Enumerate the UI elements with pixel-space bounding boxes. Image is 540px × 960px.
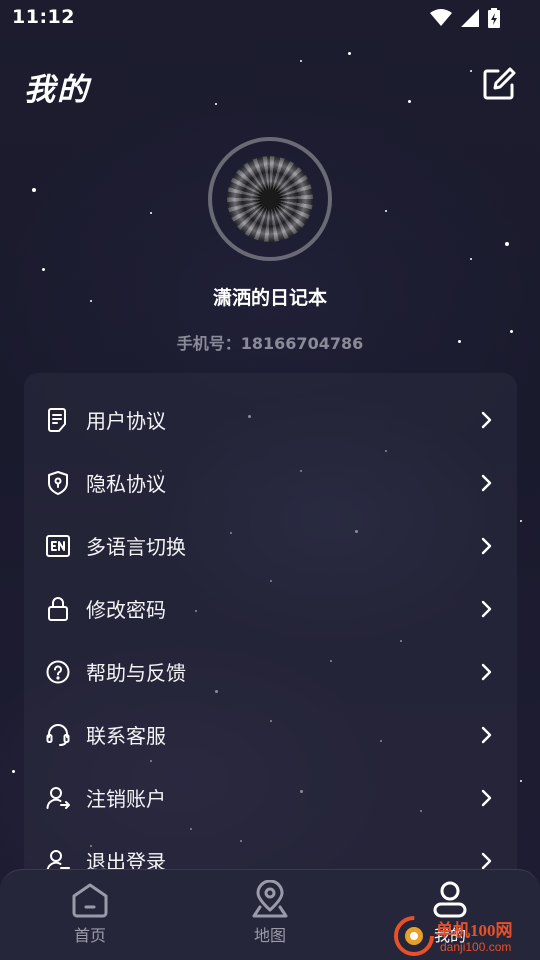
chevron-right-icon xyxy=(481,474,492,491)
menu-label: 注销账户 xyxy=(86,787,166,811)
menu-item-help-feedback[interactable]: 帮助与反馈 xyxy=(24,640,517,703)
menu-item-language[interactable]: 多语言切换 xyxy=(24,514,517,577)
watermark-logo-icon xyxy=(394,916,434,956)
shield-icon xyxy=(46,470,70,495)
menu-label: 隐私协议 xyxy=(86,472,166,496)
status-bar: 11:12 xyxy=(0,0,540,36)
nav-tab-home[interactable]: 首页 xyxy=(40,880,140,946)
chevron-right-icon xyxy=(481,789,492,806)
map-pin-icon xyxy=(252,880,288,918)
home-icon xyxy=(72,883,108,918)
phone-number: 手机号：18166704786 xyxy=(176,334,364,353)
username: 潇洒的日记本 xyxy=(212,287,327,309)
language-en-icon xyxy=(46,534,70,558)
chevron-right-icon xyxy=(481,852,492,869)
avatar[interactable] xyxy=(208,137,332,261)
wifi-icon xyxy=(430,9,452,26)
edit-profile-button[interactable] xyxy=(481,66,517,102)
lock-icon xyxy=(46,596,70,621)
watermark-url: danji100.com xyxy=(440,940,512,954)
chevron-right-icon xyxy=(481,600,492,617)
menu-item-change-password[interactable]: 修改密码 xyxy=(24,577,517,640)
user-remove-icon xyxy=(46,786,70,810)
watermark-text: 单机100网 xyxy=(436,921,513,940)
menu-item-user-agreement[interactable]: 用户协议 xyxy=(24,388,517,451)
menu-item-contact-service[interactable]: 联系客服 xyxy=(24,703,517,766)
signal-icon xyxy=(461,9,479,27)
battery-icon xyxy=(488,8,500,28)
document-icon xyxy=(46,407,70,432)
chevron-right-icon xyxy=(481,663,492,680)
menu-label: 修改密码 xyxy=(86,598,166,622)
edit-icon xyxy=(483,67,516,100)
chevron-right-icon xyxy=(481,411,492,428)
status-time: 11:12 xyxy=(12,6,75,28)
menu-label: 联系客服 xyxy=(86,724,166,748)
watermark: 单机100网 danji100.com xyxy=(392,910,540,960)
chevron-right-icon xyxy=(481,726,492,743)
menu-label: 帮助与反馈 xyxy=(86,661,186,685)
menu-item-privacy-agreement[interactable]: 隐私协议 xyxy=(24,451,517,514)
menu-item-delete-account[interactable]: 注销账户 xyxy=(24,766,517,829)
status-icons xyxy=(430,8,500,28)
chevron-right-icon xyxy=(481,537,492,554)
avatar-image xyxy=(227,156,313,242)
nav-tab-map[interactable]: 地图 xyxy=(220,880,320,946)
help-icon xyxy=(46,660,70,684)
settings-menu: 用户协议 隐私协议 多语言切换 修改密码 帮助与反馈 联系客服 注销账户 退出登… xyxy=(24,373,517,893)
nav-label-map: 地图 xyxy=(253,926,286,945)
menu-label: 用户协议 xyxy=(86,409,166,433)
nav-label-home: 首页 xyxy=(73,926,106,945)
headset-icon xyxy=(46,723,70,747)
page-title: 我的 xyxy=(24,72,90,108)
menu-label: 多语言切换 xyxy=(86,535,186,559)
